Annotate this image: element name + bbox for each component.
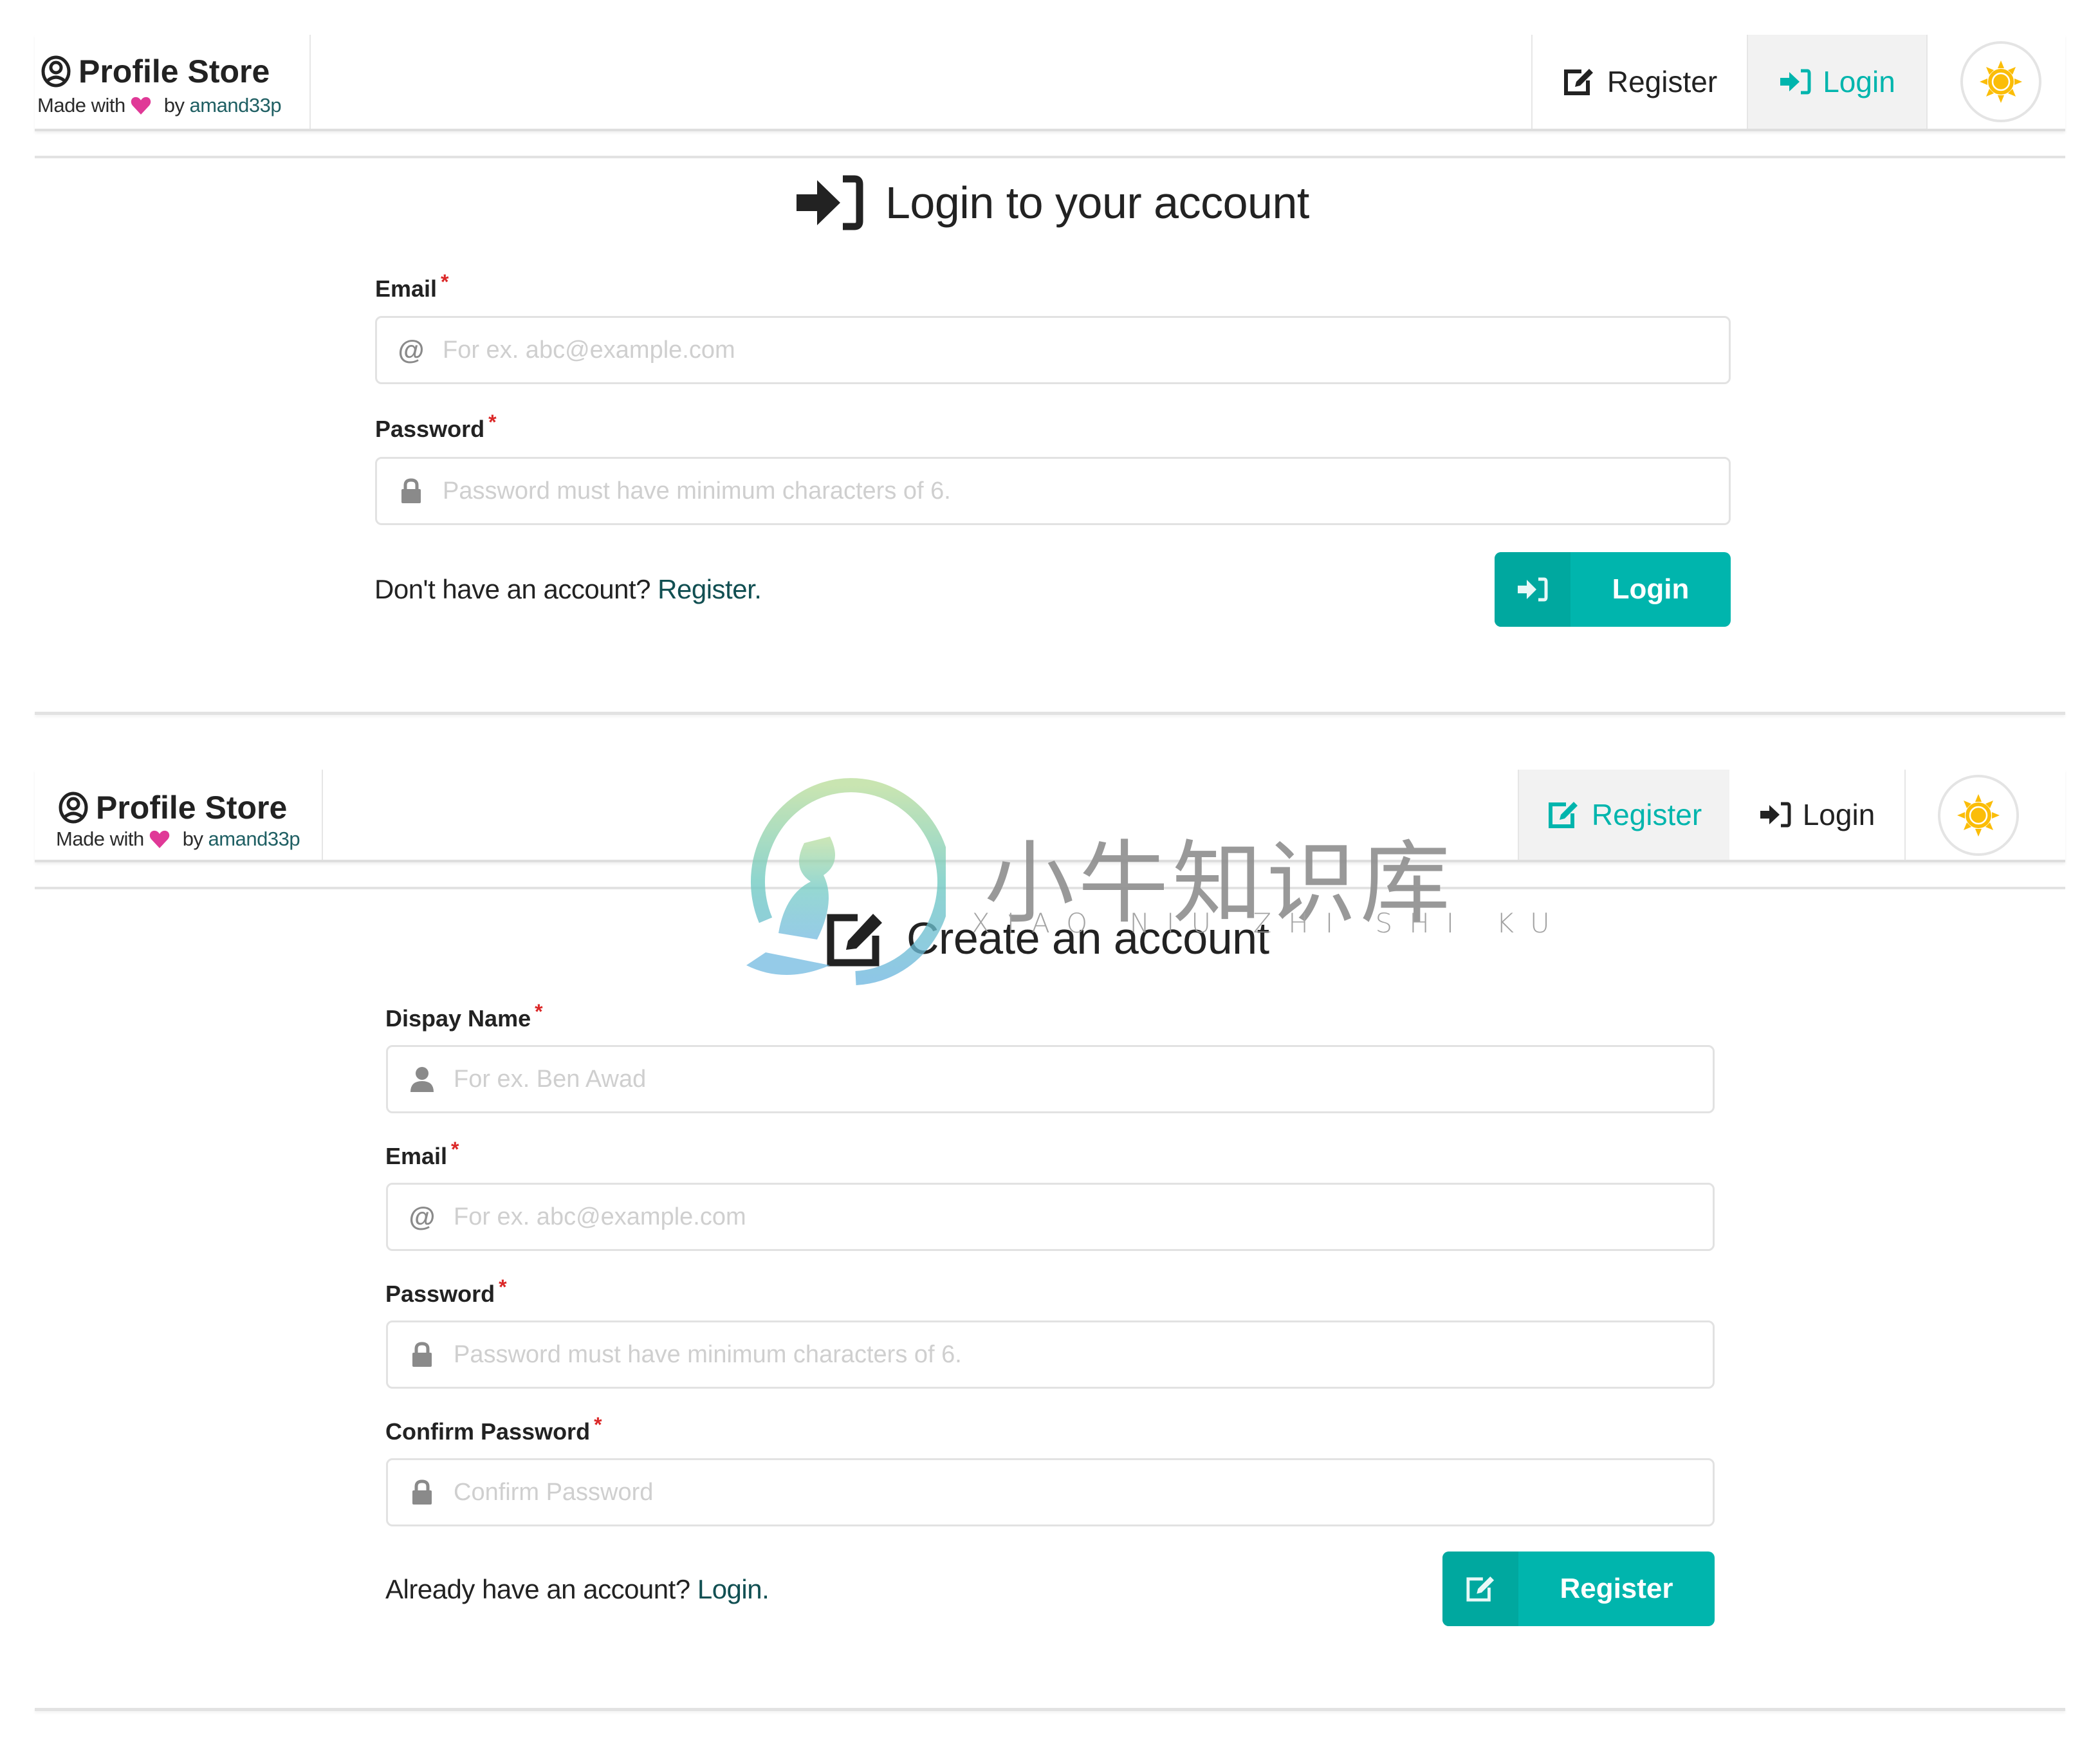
edit-icon <box>1442 1552 1518 1626</box>
login-link[interactable]: Login. <box>697 1574 769 1604</box>
brand-credit: Made with by amand33p <box>56 828 300 851</box>
password-label-text: Password <box>375 416 485 442</box>
page-title-text: Login to your account <box>885 178 1309 228</box>
register-button[interactable]: Register <box>1442 1552 1715 1626</box>
password-field[interactable] <box>386 1320 1715 1389</box>
confirm-password-label: Confirm Password * <box>385 1413 602 1445</box>
lock-icon <box>406 1479 438 1505</box>
register-prompt: Don't have an account? Register. <box>374 574 762 605</box>
page-title: Create an account <box>825 909 1269 968</box>
navbar: Profile Store Made with by amand33p Regi… <box>35 770 2065 862</box>
bottom-divider <box>35 1708 2065 1711</box>
nav-register-label: Register <box>1607 65 1718 98</box>
register-prompt-text: Don't have an account? <box>374 574 651 604</box>
password-label-text: Password <box>385 1281 495 1307</box>
required-marker: * <box>499 1275 507 1299</box>
register-link[interactable]: Register. <box>658 574 762 604</box>
nav-login-label: Login <box>1802 798 1875 831</box>
by-text: by <box>182 828 203 850</box>
divider <box>35 156 2065 158</box>
divider <box>35 887 2065 889</box>
display-name-label-text: Dispay Name <box>385 1005 531 1032</box>
made-with-text: Made with <box>37 94 125 116</box>
brand[interactable]: Profile Store Made with by amand33p <box>35 35 311 129</box>
theme-toggle-button[interactable] <box>1960 41 2041 122</box>
sun-icon <box>1980 60 2022 103</box>
email-label: Email * <box>375 270 449 302</box>
heart-icon <box>131 97 151 115</box>
email-field[interactable]: @ <box>375 316 1731 384</box>
lock-icon <box>406 1342 438 1367</box>
nav-register[interactable]: Register <box>1531 35 1747 129</box>
nav-login-label: Login <box>1823 65 1895 98</box>
email-label-text: Email <box>385 1143 448 1169</box>
confirm-password-input[interactable] <box>452 1459 1713 1525</box>
required-marker: * <box>535 1000 543 1023</box>
edit-icon <box>1548 802 1578 828</box>
page-title: Login to your account <box>795 175 1309 230</box>
email-input[interactable] <box>441 317 1729 383</box>
login-button-label: Login <box>1612 573 1690 605</box>
confirm-password-field[interactable] <box>386 1458 1715 1526</box>
user-icon <box>406 1066 438 1092</box>
display-name-field[interactable] <box>386 1045 1715 1113</box>
at-icon: @ <box>398 335 425 365</box>
brand[interactable]: Profile Store Made with by amand33p <box>35 770 323 860</box>
lock-icon <box>395 478 427 504</box>
required-marker: * <box>451 1138 459 1161</box>
display-name-label: Dispay Name * <box>385 1000 543 1032</box>
brand-name: Profile Store <box>96 790 288 826</box>
nav-login[interactable]: Login <box>1747 35 1926 129</box>
login-prompt-text: Already have an account? <box>385 1574 690 1604</box>
email-input[interactable] <box>452 1184 1713 1250</box>
password-input[interactable] <box>441 458 1729 524</box>
theme-toggle-button[interactable] <box>1938 775 2019 856</box>
sign-in-icon <box>1760 802 1791 828</box>
display-name-input[interactable] <box>452 1046 1713 1112</box>
password-input[interactable] <box>452 1322 1713 1387</box>
nav-login[interactable]: Login <box>1729 770 1904 860</box>
password-label: Password * <box>385 1275 507 1308</box>
user-circle-icon <box>41 55 71 88</box>
author-link[interactable]: amand33p <box>208 828 300 851</box>
required-marker: * <box>594 1413 602 1436</box>
sign-in-icon <box>797 175 863 230</box>
nav-register[interactable]: Register <box>1518 770 1729 860</box>
at-icon: @ <box>409 1201 436 1232</box>
brand-name: Profile Store <box>78 53 270 89</box>
edit-icon <box>827 914 882 967</box>
password-label: Password * <box>375 411 497 443</box>
navbar: Profile Store Made with by amand33p Regi… <box>35 35 2065 131</box>
edit-icon <box>1563 69 1593 95</box>
register-button-label: Register <box>1560 1573 1673 1604</box>
confirm-password-label-text: Confirm Password <box>385 1418 591 1445</box>
page-title-text: Create an account <box>907 913 1269 963</box>
brand-title: Profile Store <box>41 53 270 90</box>
made-with-text: Made with <box>56 828 144 850</box>
sun-icon <box>1957 794 2000 837</box>
author-link[interactable]: amand33p <box>190 94 282 117</box>
email-label: Email * <box>385 1138 459 1170</box>
nav-register-label: Register <box>1591 798 1702 831</box>
brand-credit: Made with by amand33p <box>37 94 282 117</box>
login-button[interactable]: Login <box>1495 552 1731 627</box>
required-marker: * <box>488 411 497 434</box>
sign-in-icon <box>1495 552 1570 627</box>
required-marker: * <box>441 270 449 293</box>
email-field[interactable]: @ <box>386 1183 1715 1251</box>
login-prompt: Already have an account? Login. <box>385 1574 769 1605</box>
heart-icon <box>149 830 170 848</box>
user-circle-icon <box>59 792 88 824</box>
by-text: by <box>163 94 185 116</box>
password-field[interactable] <box>375 457 1731 525</box>
section-divider <box>35 712 2065 715</box>
brand-title: Profile Store <box>59 789 287 826</box>
email-label-text: Email <box>375 275 438 302</box>
sign-in-icon <box>1780 69 1811 95</box>
